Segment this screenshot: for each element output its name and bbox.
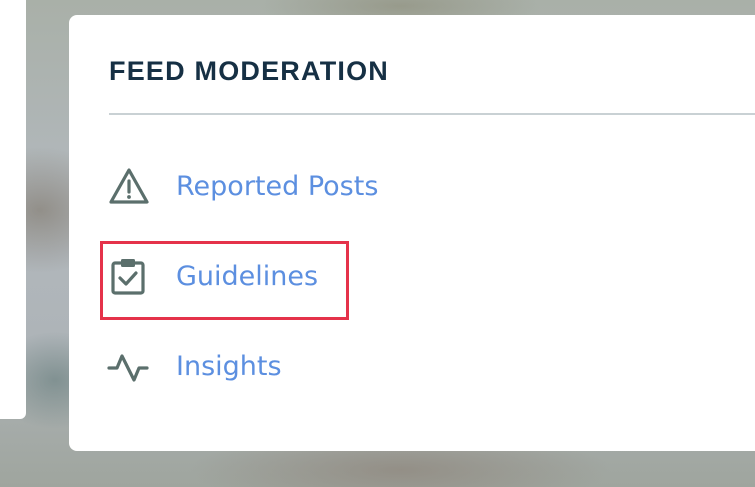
warning-triangle-icon bbox=[107, 164, 151, 208]
nav-item-label: Insights bbox=[176, 350, 282, 382]
feed-moderation-panel: FEED MODERATION Reported Posts Guideline… bbox=[69, 15, 755, 451]
nav-item-insights[interactable]: Insights bbox=[107, 341, 282, 391]
clipboard-check-icon bbox=[107, 254, 151, 298]
nav-item-label: Reported Posts bbox=[176, 170, 379, 202]
activity-icon bbox=[107, 344, 151, 388]
title-divider bbox=[109, 113, 755, 115]
nav-item-reported-posts[interactable]: Reported Posts bbox=[107, 161, 378, 211]
nav-item-label: Guidelines bbox=[176, 260, 319, 292]
panel-title: FEED MODERATION bbox=[109, 56, 389, 86]
nav-item-guidelines[interactable]: Guidelines bbox=[107, 251, 318, 301]
left-side-card bbox=[0, 0, 26, 419]
